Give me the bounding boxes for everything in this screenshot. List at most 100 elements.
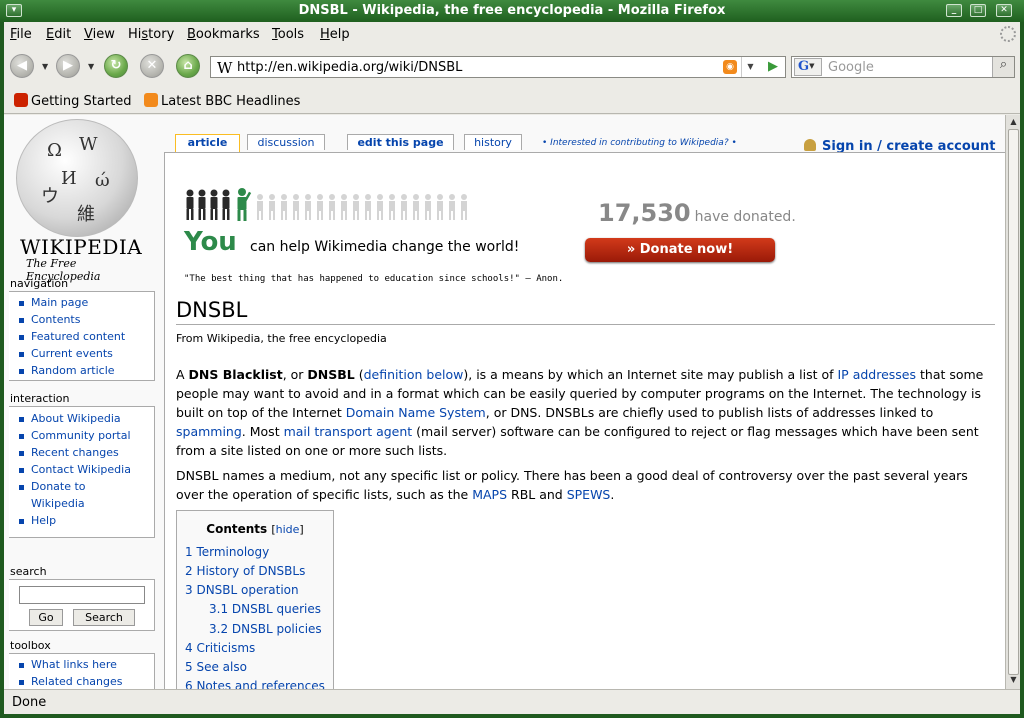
toc-link-notes-and-references[interactable]: 6 Notes and references: [185, 679, 325, 689]
scroll-thumb[interactable]: [1008, 129, 1019, 675]
people-graphic: [186, 188, 467, 221]
sidebar-item-current-events[interactable]: Current events: [9, 345, 154, 362]
menu-item-history[interactable]: History: [128, 27, 174, 42]
site-notice-link[interactable]: • Interested in contributing to Wikipedi…: [542, 138, 737, 148]
article-link[interactable]: mail transport agent: [284, 424, 413, 439]
puzzle-globe-icon: Ω W И ώ ウ 維: [16, 119, 138, 237]
menu-item-bookmarks[interactable]: Bookmarks: [187, 27, 260, 42]
browser-chrome: File Edit View History Bookmarks Tools Help ◀ …: [4, 22, 1020, 714]
toc-title-row: Contents [hide]: [177, 522, 333, 536]
sidebar-item-about-wikipedia[interactable]: About Wikipedia: [9, 410, 154, 427]
toc-link-terminology[interactable]: 1 Terminology: [185, 545, 269, 559]
url-bar[interactable]: W http://en.wikipedia.org/wiki/DNSBL ◉ ▼…: [210, 56, 786, 78]
menu-item-help[interactable]: Help: [320, 27, 350, 42]
donation-quote: "The best thing that has happened to edu…: [184, 274, 564, 284]
sidebar-item-contents[interactable]: Contents: [9, 311, 154, 328]
toc-link-dnsbl-operation[interactable]: 3 DNSBL operation: [185, 583, 299, 597]
menu-accesskey: E: [46, 27, 55, 42]
user-icon: [804, 139, 816, 151]
wiki-search-input[interactable]: [19, 586, 145, 604]
article-link[interactable]: MAPS: [472, 487, 507, 502]
search-bar[interactable]: G▼ Google ⌕: [791, 56, 1015, 78]
toc-link-dnsbl-queries[interactable]: 3.1 DNSBL queries: [209, 602, 321, 616]
url-history-dropdown[interactable]: ▼: [741, 57, 759, 77]
sidebar-item-random-article[interactable]: Random article: [9, 362, 154, 379]
article-link[interactable]: Domain Name System: [346, 405, 486, 420]
donate-now-button[interactable]: » Donate now!: [585, 238, 775, 262]
forward-history-dropdown[interactable]: ▼: [88, 62, 94, 71]
go-button[interactable]: Go: [29, 609, 63, 626]
sidebar-item-help[interactable]: Help: [9, 512, 154, 529]
home-button[interactable]: ⌂: [176, 54, 200, 78]
toc-hide-wrapper: [hide]: [271, 523, 304, 536]
wikipedia-favicon: W: [217, 59, 233, 77]
search-magnifier-icon[interactable]: ⌕: [992, 57, 1014, 77]
text-run: . Most: [241, 424, 284, 439]
text-run: , or DNS. DNSBLs are chiefly used to pub…: [485, 405, 934, 420]
minimize-button[interactable]: _: [946, 4, 962, 17]
back-button[interactable]: ◀: [10, 54, 34, 78]
sidebar-item-contact-wikipedia[interactable]: Contact Wikipedia: [9, 461, 154, 478]
tab-discussion[interactable]: discussion: [247, 134, 325, 150]
sidebar-item-featured-content[interactable]: Featured content: [9, 328, 154, 345]
status-bar: Done: [4, 689, 1020, 714]
article-link[interactable]: spamming: [176, 424, 242, 439]
search-engine-selector[interactable]: G▼: [794, 58, 822, 76]
maximize-button[interactable]: □: [970, 4, 986, 17]
menu-label-part: ookmarks: [195, 27, 260, 42]
article-link[interactable]: IP addresses: [838, 367, 917, 382]
highlighted-people: [186, 189, 230, 220]
sidebar-item-wikipedia[interactable]: Wikipedia: [9, 495, 154, 512]
sidebar-item-recent-changes[interactable]: Recent changes: [9, 444, 154, 461]
title-bar[interactable]: ▾ DNSBL - Wikipedia, the free encycloped…: [0, 0, 1024, 22]
vertical-scrollbar[interactable]: ▲ ▼: [1005, 115, 1020, 689]
wikipedia-logo[interactable]: Ω W И ώ ウ 維 WIKIPEDIA The Free Encyclope…: [14, 117, 144, 283]
back-arrow-icon: ◀: [17, 58, 27, 73]
tab-edit-this-page[interactable]: edit this page: [347, 134, 454, 150]
reload-button[interactable]: ↻: [104, 54, 128, 78]
menu-item-view[interactable]: View: [84, 27, 115, 42]
go-arrow-icon[interactable]: ▶: [763, 59, 783, 75]
donation-counter: 17,530 have donated.: [598, 199, 796, 227]
search-input[interactable]: Google: [828, 60, 874, 75]
firefox-window: ▾ DNSBL - Wikipedia, the free encycloped…: [0, 0, 1024, 718]
menu-accesskey: B: [187, 27, 196, 42]
bookmark-latest-bbc-headlines[interactable]: Latest BBC Headlines: [144, 93, 300, 109]
stop-icon: ✕: [146, 58, 158, 73]
toc-link-see-also[interactable]: 5 See also: [185, 660, 247, 674]
menu-item-tools[interactable]: Tools: [272, 27, 304, 42]
toolbox-item-related-changes[interactable]: Related changes: [9, 673, 154, 689]
bold-term: DNS Blacklist: [188, 367, 283, 382]
tab-article[interactable]: article: [175, 134, 240, 152]
article-link[interactable]: SPEWS: [567, 487, 611, 502]
toc-link-dnsbl-policies[interactable]: 3.2 DNSBL policies: [209, 622, 322, 636]
text-run: .: [610, 487, 615, 502]
close-button[interactable]: ✕: [996, 4, 1012, 17]
toolbox-item-what-links-here[interactable]: What links here: [9, 656, 154, 673]
rss-feed-icon[interactable]: ◉: [723, 60, 737, 74]
search-portlet: Go Search: [9, 579, 155, 631]
article-link[interactable]: definition below: [364, 367, 464, 382]
back-history-dropdown[interactable]: ▼: [42, 62, 48, 71]
sidebar-item-community-portal[interactable]: Community portal: [9, 427, 154, 444]
toc-link-criticisms[interactable]: 4 Criticisms: [185, 641, 255, 655]
url-text[interactable]: http://en.wikipedia.org/wiki/DNSBL: [237, 60, 462, 75]
toolbox-header: toolbox: [10, 639, 51, 652]
menu-item-file[interactable]: File: [10, 27, 32, 42]
text-run: ), is a means by which an Internet site …: [463, 367, 838, 382]
bookmark-getting-started[interactable]: Getting Started: [14, 93, 132, 109]
you-person: [237, 188, 252, 221]
stop-button[interactable]: ✕: [140, 54, 164, 78]
menu-item-edit[interactable]: Edit: [46, 27, 71, 42]
sidebar-item-donate-to[interactable]: Donate to: [9, 478, 154, 495]
scroll-up-arrow-icon[interactable]: ▲: [1008, 117, 1019, 129]
search-button[interactable]: Search: [73, 609, 135, 626]
tab-history[interactable]: history: [464, 134, 522, 150]
forward-button[interactable]: ▶: [56, 54, 80, 78]
toc-hide-link[interactable]: hide: [276, 523, 300, 536]
scroll-down-arrow-icon[interactable]: ▼: [1008, 675, 1019, 687]
sidebar-item-main-page[interactable]: Main page: [9, 294, 154, 311]
toc-link-history-of-dnsbls[interactable]: 2 History of DNSBLs: [185, 564, 305, 578]
forward-arrow-icon: ▶: [63, 58, 73, 73]
menu-bar: File Edit View History Bookmarks Tools Help: [4, 22, 1020, 46]
